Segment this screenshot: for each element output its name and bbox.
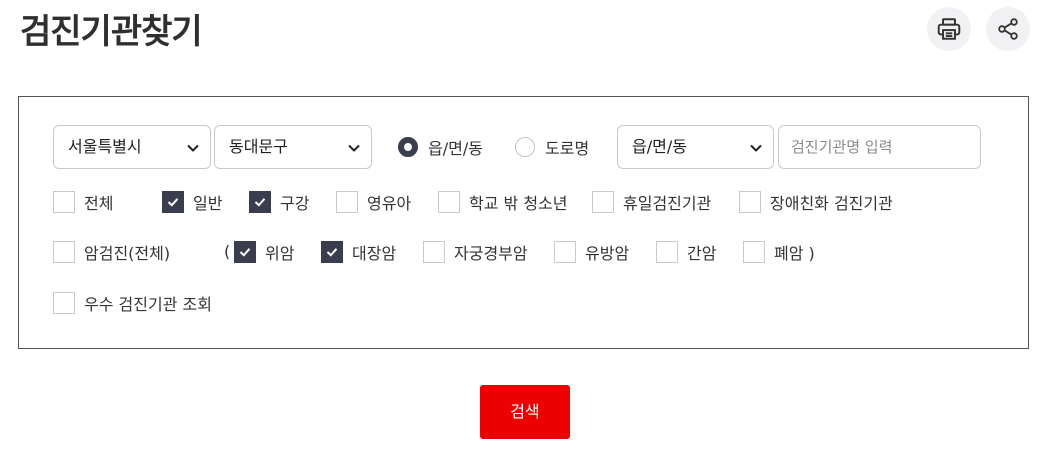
radio-label: 읍/면/동 (428, 139, 483, 158)
checkbox-box (321, 241, 343, 263)
radio-label: 도로명 (545, 139, 590, 158)
dong-select[interactable]: 읍/면/동 (617, 125, 774, 169)
checkbox-general[interactable]: 일반 (162, 190, 222, 214)
checkbox-label: 전체 (84, 194, 114, 213)
checkbox-box (743, 241, 765, 263)
printer-icon (937, 18, 961, 40)
checkbox-infant[interactable]: 영유아 (336, 190, 411, 214)
checkbox-label: 우수 검진기관 조회 (84, 295, 212, 314)
checkbox-box (249, 191, 271, 213)
checkbox-all[interactable]: 전체 (53, 190, 113, 214)
radio-eupmyeondong[interactable]: 읍/면/동 (398, 125, 483, 169)
city-select[interactable]: 서울특별시 (53, 125, 211, 169)
checkbox-box (438, 191, 460, 213)
checkbox-label: 장애친화 검진기관 (770, 194, 893, 213)
checkbox-box (592, 191, 614, 213)
checkbox-box (234, 241, 256, 263)
checkbox-liver-cancer[interactable]: 간암 (656, 240, 716, 264)
checkbox-dental[interactable]: 구강 (249, 190, 309, 214)
checkbox-holiday-clinic[interactable]: 휴일검진기관 (592, 190, 711, 214)
share-button[interactable] (986, 7, 1030, 51)
checkbox-box (53, 241, 75, 263)
checkbox-excellent-institution[interactable]: 우수 검진기관 조회 (53, 291, 212, 315)
checkbox-box (423, 241, 445, 263)
checkbox-breast-cancer[interactable]: 유방암 (554, 240, 629, 264)
checkbox-box (336, 191, 358, 213)
checkbox-box (53, 292, 75, 314)
chevron-down-icon (187, 144, 199, 152)
page-title: 검진기관찾기 (20, 12, 203, 52)
checkbox-box (53, 191, 75, 213)
checkbox-label: 학교 밖 청소년 (469, 194, 568, 213)
share-icon (998, 18, 1018, 40)
checkbox-label: 구강 (280, 194, 310, 213)
radio-road-name[interactable]: 도로명 (515, 125, 589, 169)
checkbox-label: 위암 (265, 244, 295, 263)
city-select-value: 서울특별시 (68, 137, 142, 156)
checkbox-label: 폐암 ) (774, 244, 815, 263)
radio-circle (515, 137, 535, 157)
checkmark-icon (326, 248, 338, 257)
district-select[interactable]: 동대문구 (214, 125, 372, 169)
institution-name-input[interactable] (778, 125, 981, 169)
checkbox-label: 암검진(전체) (84, 244, 171, 263)
checkbox-label: 일반 (193, 194, 223, 213)
checkbox-disability-friendly[interactable]: 장애친화 검진기관 (739, 190, 893, 214)
checkbox-label: 유방암 (585, 244, 630, 263)
checkbox-label: 대장암 (352, 244, 397, 263)
checkbox-stomach-cancer[interactable]: 위암 (234, 240, 294, 264)
checkbox-box (739, 191, 761, 213)
checkbox-label: 휴일검진기관 (623, 194, 712, 213)
district-select-value: 동대문구 (229, 137, 288, 156)
checkbox-colorectal-cancer[interactable]: 대장암 (321, 240, 396, 264)
checkbox-cervical-cancer[interactable]: 자궁경부암 (423, 240, 528, 264)
dong-select-value: 읍/면/동 (632, 137, 687, 156)
print-button[interactable] (927, 7, 971, 51)
checkmark-icon (254, 198, 266, 207)
chevron-down-icon (348, 144, 360, 152)
checkbox-cancer-all[interactable]: 암검진(전체) (53, 240, 170, 264)
checkmark-icon (167, 198, 179, 207)
checkbox-box (656, 241, 678, 263)
checkbox-lung-cancer[interactable]: 폐암 ) (743, 240, 815, 264)
radio-circle (398, 137, 418, 157)
checkbox-label: 영유아 (367, 194, 412, 213)
checkmark-icon (239, 248, 251, 257)
checkbox-out-of-school-youth[interactable]: 학교 밖 청소년 (438, 190, 568, 214)
search-panel: 서울특별시 동대문구 읍/면/동 도로명 읍/면/동 전체 일반 구강 영유아 (18, 96, 1029, 349)
search-button[interactable]: 검색 (480, 385, 570, 439)
paren-open: ( (224, 242, 231, 261)
checkbox-box (554, 241, 576, 263)
checkbox-box (162, 191, 184, 213)
chevron-down-icon (750, 144, 762, 152)
checkbox-label: 간암 (687, 244, 717, 263)
checkbox-label: 자궁경부암 (454, 244, 528, 263)
